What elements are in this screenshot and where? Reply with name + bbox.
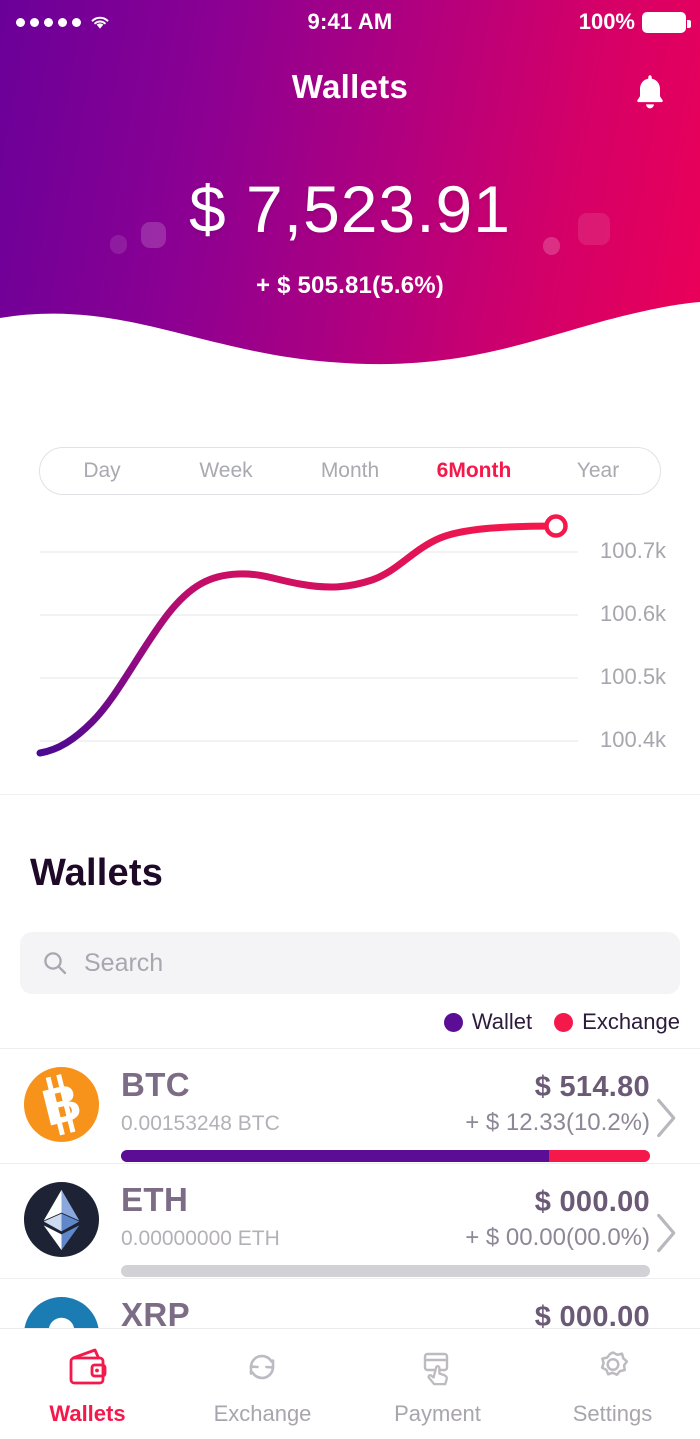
wallet-coin-list: B BTC $ 514.80 0.00153248 BTC + $ 12.33(… xyxy=(0,1048,700,1363)
legend-label-wallet: Wallet xyxy=(471,1009,533,1034)
coin-secondary-line: 0.00000000 ETH + $ 00.00(00.0%) xyxy=(121,1224,650,1252)
coin-allocation-bar xyxy=(121,1150,650,1162)
coin-fiat-amount: $ 000.00 xyxy=(534,1186,650,1218)
nav-label-payment: Payment xyxy=(394,1400,481,1426)
chevron-right-icon[interactable] xyxy=(650,1093,680,1143)
chart-y-axis: 100.7k 100.6k 100.5k 100.4k xyxy=(600,510,700,780)
coin-change: + $ 12.33(10.2%) xyxy=(465,1109,650,1136)
nav-label-exchange: Exchange xyxy=(213,1400,312,1426)
y-axis-tick-label: 100.5k xyxy=(600,664,667,689)
period-tab-day[interactable]: Day xyxy=(40,448,164,494)
legend-dot-exchange-icon xyxy=(554,1012,574,1032)
coin-details: ETH $ 000.00 0.00000000 ETH + $ 00.00(00… xyxy=(121,1181,650,1277)
coin-quantity: 0.00153248 BTC xyxy=(121,1112,280,1135)
y-axis-tick-label: 100.7k xyxy=(600,538,667,563)
period-tab-month[interactable]: Month xyxy=(288,448,412,494)
notifications-button[interactable] xyxy=(626,66,674,118)
balance-chart: 100.7k 100.6k 100.5k 100.4k xyxy=(0,510,700,795)
nav-item-wallets[interactable]: Wallets xyxy=(0,1342,175,1427)
chevron-right-icon[interactable] xyxy=(650,1208,680,1258)
coin-row-btc[interactable]: B BTC $ 514.80 0.00153248 BTC + $ 12.33(… xyxy=(0,1048,700,1163)
coin-symbol: ETH xyxy=(121,1181,189,1218)
y-axis-tick-label: 100.6k xyxy=(600,601,667,626)
coin-row-eth[interactable]: ETH $ 000.00 0.00000000 ETH + $ 00.00(00… xyxy=(0,1163,700,1278)
chart-line-series xyxy=(36,522,560,757)
coin-primary-line: BTC $ 514.80 xyxy=(121,1066,650,1104)
period-tab-6month[interactable]: 6Month xyxy=(412,441,536,501)
chart-endpoint-marker xyxy=(544,514,568,538)
header-panel: 9:41 AM 100% Wallets $ 7,523.91 + $ 505.… xyxy=(0,0,700,400)
wallet-chart-legend: Wallet Exchange xyxy=(443,1009,680,1035)
bitcoin-icon: B xyxy=(23,1066,100,1143)
period-tab-year[interactable]: Year xyxy=(536,448,660,494)
nav-label-settings: Settings xyxy=(572,1400,653,1426)
card-hand-icon xyxy=(412,1342,464,1392)
nav-label-wallets: Wallets xyxy=(49,1400,126,1426)
chart-canvas xyxy=(36,514,578,757)
legend-item-exchange: Exchange xyxy=(554,1009,680,1035)
legend-label-exchange: Exchange xyxy=(582,1009,680,1034)
battery-full-icon xyxy=(642,11,691,33)
gear-icon xyxy=(587,1342,639,1392)
period-tab-week[interactable]: Week xyxy=(164,448,288,494)
wallets-section-heading: Wallets xyxy=(30,852,164,894)
page-title: Wallets xyxy=(291,68,409,105)
search-bar[interactable] xyxy=(20,932,680,994)
search-icon xyxy=(44,952,67,975)
ethereum-icon xyxy=(23,1181,100,1258)
coin-primary-line: ETH $ 000.00 xyxy=(121,1181,650,1219)
nav-item-payment[interactable]: Payment xyxy=(350,1342,525,1427)
total-balance: $ 7,523.91 xyxy=(189,172,511,246)
wallet-icon xyxy=(62,1342,114,1392)
coin-details: BTC $ 514.80 0.00153248 BTC + $ 12.33(10… xyxy=(121,1066,650,1162)
coin-secondary-line: 0.00153248 BTC + $ 12.33(10.2%) xyxy=(121,1109,650,1137)
status-bar-right: 100% xyxy=(578,9,691,35)
coin-quantity: 0.00000000 ETH xyxy=(121,1227,280,1250)
nav-item-exchange[interactable]: Exchange xyxy=(175,1342,350,1427)
legend-dot-wallet-icon xyxy=(443,1012,463,1032)
y-axis-tick-label: 100.4k xyxy=(600,727,667,752)
coin-change: + $ 00.00(00.0%) xyxy=(465,1224,650,1251)
app-screen: 9:41 AM 100% Wallets $ 7,523.91 + $ 505.… xyxy=(0,0,700,1439)
exchange-arrows-icon xyxy=(237,1342,289,1392)
chart-gridlines xyxy=(40,551,578,742)
coin-symbol: BTC xyxy=(121,1066,191,1103)
coin-fiat-amount: $ 514.80 xyxy=(534,1071,650,1103)
header-wave-divider xyxy=(0,290,700,400)
bottom-navigation-bar: Wallets Exchange Payment Settings xyxy=(0,1328,700,1439)
bell-icon xyxy=(637,75,663,109)
nav-item-settings[interactable]: Settings xyxy=(525,1342,700,1427)
battery-percent-label: 100% xyxy=(578,9,635,34)
status-bar: 9:41 AM 100% xyxy=(0,0,700,44)
allocation-segment-wallet xyxy=(121,1150,550,1162)
search-input[interactable] xyxy=(84,932,658,994)
legend-item-wallet: Wallet xyxy=(443,1009,533,1035)
allocation-segment-exchange xyxy=(549,1150,650,1162)
period-selector[interactable]: Day Week Month 6Month Year xyxy=(39,441,661,501)
coin-allocation-bar xyxy=(121,1265,650,1277)
